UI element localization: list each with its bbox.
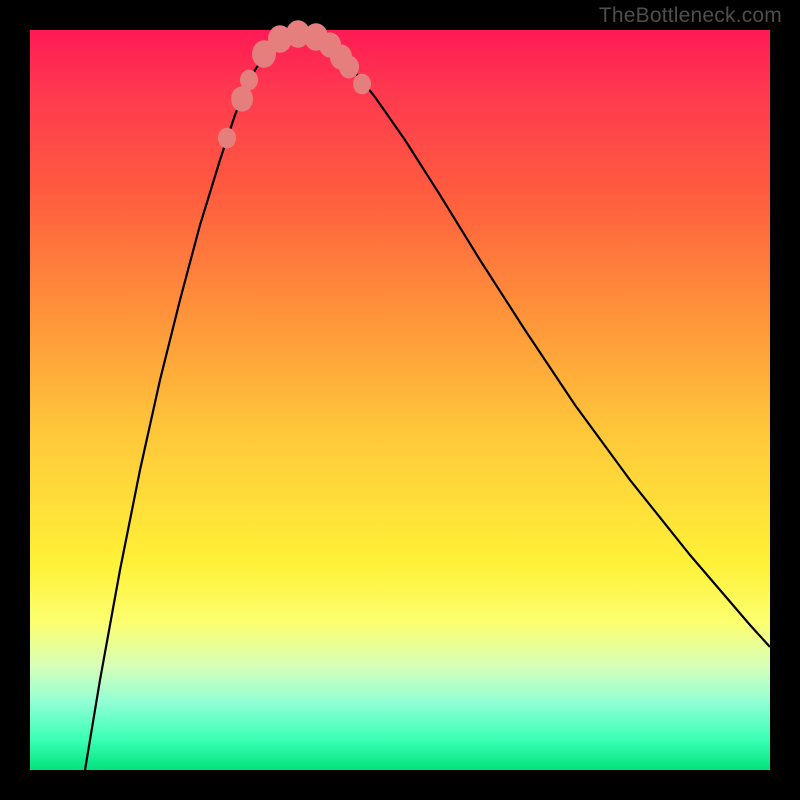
data-marker <box>218 128 236 149</box>
data-marker <box>339 56 359 79</box>
chart-svg <box>30 30 770 770</box>
chart-plot-area <box>30 30 770 770</box>
curve-line <box>85 34 770 770</box>
watermark-text: TheBottleneck.com <box>599 4 782 28</box>
data-marker <box>353 74 371 95</box>
curve-markers <box>218 20 371 148</box>
chart-frame: TheBottleneck.com <box>0 0 800 800</box>
data-marker <box>240 70 258 91</box>
